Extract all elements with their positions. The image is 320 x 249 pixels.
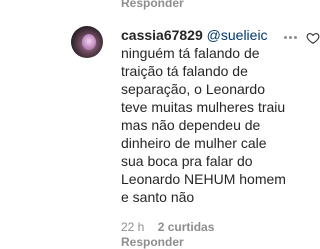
avatar[interactable] [71, 26, 103, 58]
comment-time[interactable]: 22 h [121, 220, 144, 234]
comment-username[interactable]: cassia67829 [121, 27, 203, 43]
comment-mention[interactable]: @suelieic [207, 27, 268, 43]
comment-meta: 22 h 2 curtidas [121, 220, 214, 234]
reply-button[interactable]: Responder [121, 235, 184, 249]
likes-count[interactable]: 2 curtidas [158, 220, 215, 234]
comment-text: ninguém tá falando de traição tá falando… [121, 45, 286, 205]
comment: cassia67829 @suelieic ninguém tá falando… [121, 26, 286, 206]
more-options-icon[interactable] [283, 35, 299, 41]
reply-button-top[interactable]: Responder [121, 0, 184, 10]
avatar-image [82, 34, 96, 50]
heart-icon[interactable] [306, 31, 320, 45]
